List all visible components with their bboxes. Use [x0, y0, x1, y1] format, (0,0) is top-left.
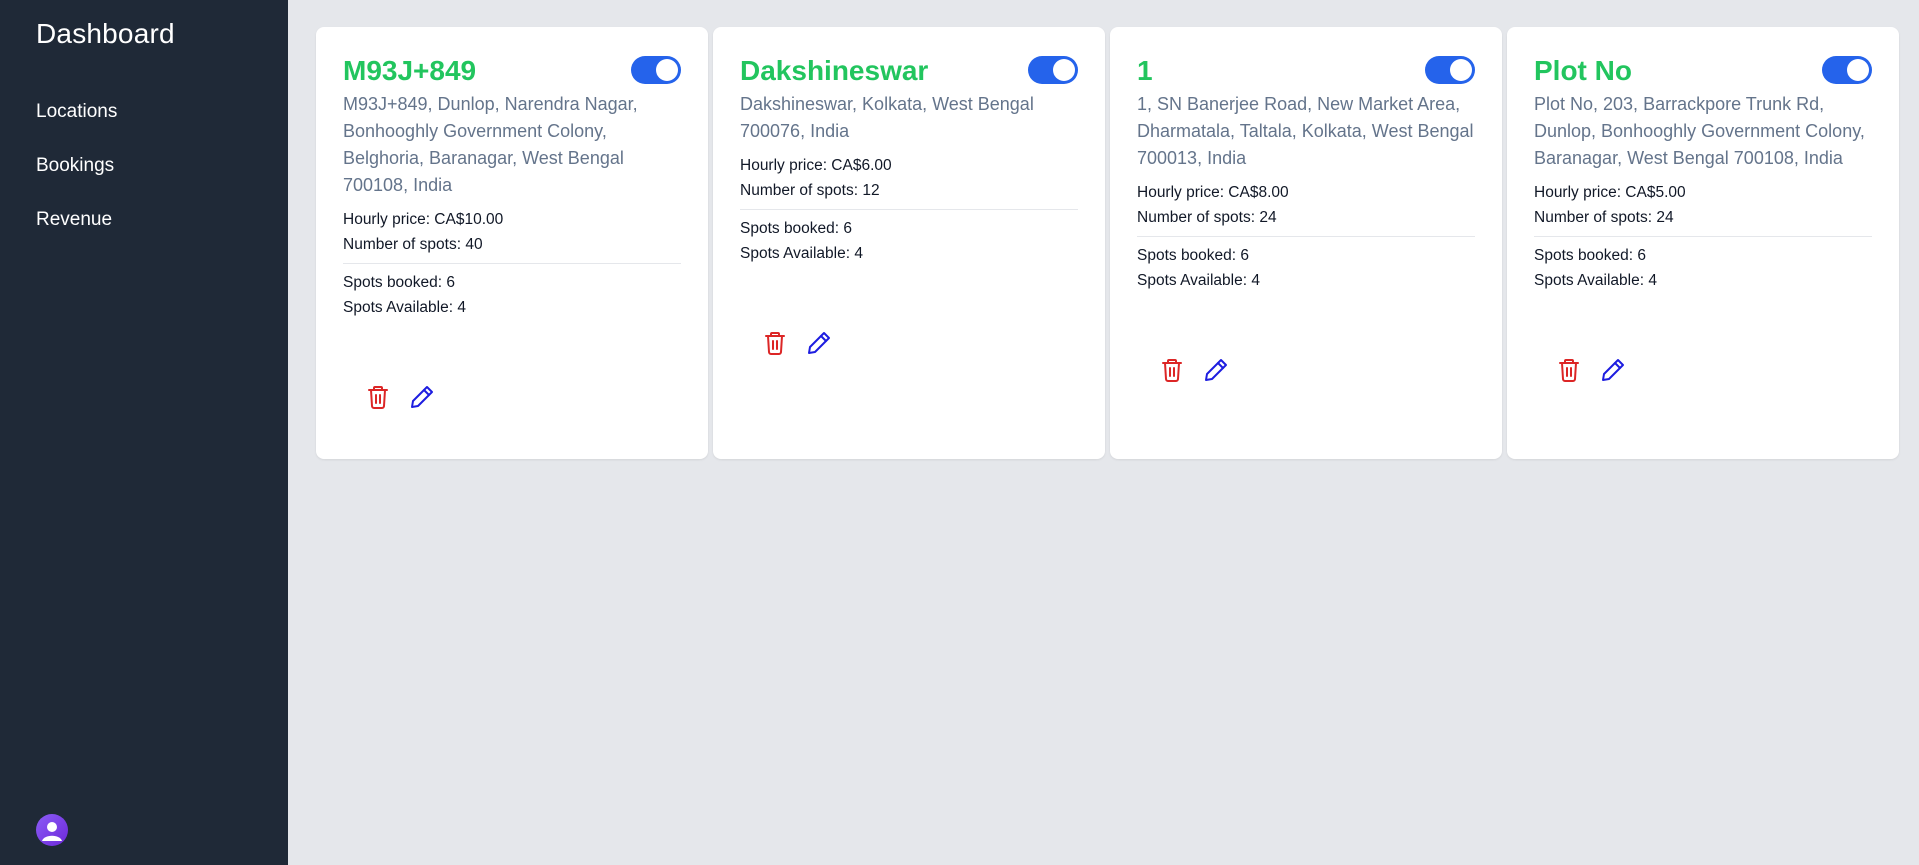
location-name: M93J+849: [343, 55, 477, 86]
number-of-spots: Number of spots: 12: [740, 182, 880, 199]
pencil-icon: [808, 332, 830, 354]
card-actions: [740, 328, 1078, 358]
edit-button[interactable]: [804, 328, 834, 358]
trash-icon: [1162, 359, 1182, 382]
number-of-spots: Number of spots: 24: [1534, 209, 1674, 226]
spots-available: Spots Available: 4: [1137, 272, 1260, 289]
divider: [343, 263, 681, 264]
spots-booked: Spots booked: 6: [1137, 247, 1250, 264]
location-card: 1 1, SN Banerjee Road, New Market Area, …: [1110, 27, 1502, 459]
divider: [1137, 236, 1475, 237]
location-address: Plot No, 203, Barrackpore Trunk Rd, Dunl…: [1534, 94, 1865, 168]
sidebar-nav: Locations Bookings Revenue: [36, 98, 117, 260]
edit-button[interactable]: [1201, 355, 1231, 385]
card-actions: [1534, 355, 1872, 385]
pencil-icon: [1602, 359, 1624, 381]
hourly-price: Hourly price: CA$6.00: [740, 157, 892, 174]
spots-booked: Spots booked: 6: [740, 220, 853, 237]
active-toggle[interactable]: [1028, 56, 1078, 84]
active-toggle[interactable]: [631, 56, 681, 84]
sidebar-item-revenue[interactable]: Revenue: [36, 206, 117, 260]
pencil-icon: [1205, 359, 1227, 381]
active-toggle[interactable]: [1425, 56, 1475, 84]
location-address: M93J+849, Dunlop, Narendra Nagar, Bonhoo…: [343, 94, 638, 195]
user-icon: [42, 822, 62, 841]
location-address: 1, SN Banerjee Road, New Market Area, Dh…: [1137, 94, 1474, 168]
number-of-spots: Number of spots: 40: [343, 236, 483, 253]
hourly-price: Hourly price: CA$8.00: [1137, 184, 1289, 201]
card-actions: [1137, 355, 1475, 385]
sidebar-item-bookings[interactable]: Bookings: [36, 152, 117, 206]
trash-icon: [368, 386, 388, 409]
trash-icon: [1559, 359, 1579, 382]
user-avatar[interactable]: [36, 814, 68, 846]
sidebar-item-locations[interactable]: Locations: [36, 98, 117, 152]
location-cards: M93J+849 M93J+849, Dunlop, Narendra Naga…: [316, 27, 1899, 459]
trash-icon: [765, 332, 785, 355]
delete-button[interactable]: [760, 328, 790, 358]
spots-booked: Spots booked: 6: [343, 274, 456, 291]
location-card: Dakshineswar Dakshineswar, Kolkata, West…: [713, 27, 1105, 459]
hourly-price: Hourly price: CA$10.00: [343, 211, 504, 228]
pencil-icon: [411, 386, 433, 408]
spots-available: Spots Available: 4: [1534, 272, 1657, 289]
edit-button[interactable]: [407, 382, 437, 412]
divider: [740, 209, 1078, 210]
number-of-spots: Number of spots: 24: [1137, 209, 1277, 226]
location-card: Plot No Plot No, 203, Barrackpore Trunk …: [1507, 27, 1899, 459]
main-content: M93J+849 M93J+849, Dunlop, Narendra Naga…: [288, 0, 1919, 865]
location-name: Plot No: [1534, 55, 1632, 86]
location-name: Dakshineswar: [740, 55, 929, 86]
location-name: 1: [1137, 55, 1153, 86]
divider: [1534, 236, 1872, 237]
location-address: Dakshineswar, Kolkata, West Bengal 70007…: [740, 94, 1034, 141]
sidebar: Dashboard Locations Bookings Revenue: [0, 0, 288, 865]
spots-available: Spots Available: 4: [343, 299, 466, 316]
delete-button[interactable]: [1157, 355, 1187, 385]
hourly-price: Hourly price: CA$5.00: [1534, 184, 1686, 201]
card-actions: [343, 382, 681, 412]
active-toggle[interactable]: [1822, 56, 1872, 84]
spots-booked: Spots booked: 6: [1534, 247, 1647, 264]
edit-button[interactable]: [1598, 355, 1628, 385]
delete-button[interactable]: [363, 382, 393, 412]
delete-button[interactable]: [1554, 355, 1584, 385]
spots-available: Spots Available: 4: [740, 245, 863, 262]
location-card: M93J+849 M93J+849, Dunlop, Narendra Naga…: [316, 27, 708, 459]
sidebar-title: Dashboard: [36, 18, 175, 49]
